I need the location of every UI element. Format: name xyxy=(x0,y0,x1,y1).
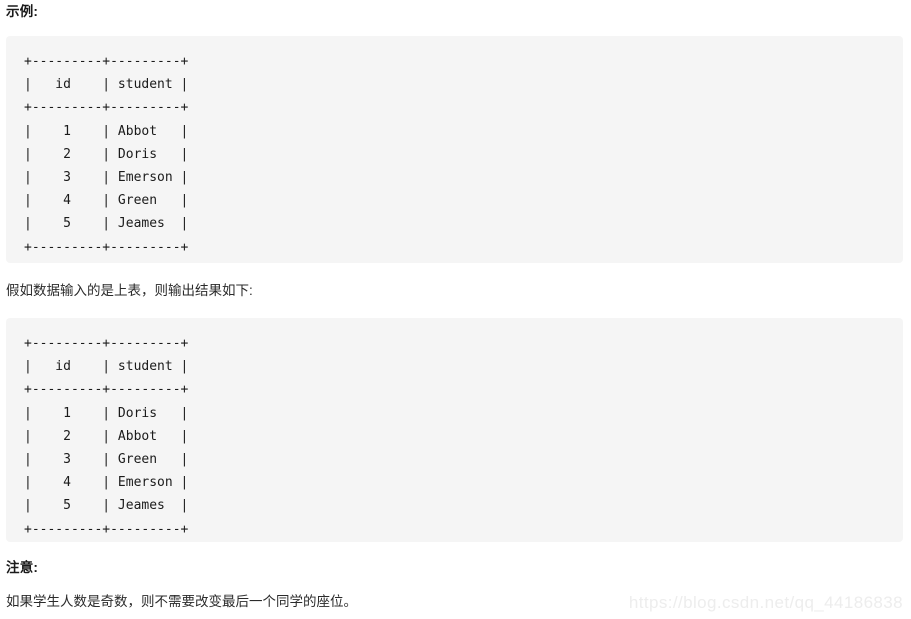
code-block-input-table: +---------+---------+ | id | student | +… xyxy=(6,36,903,263)
paragraph-transition: 假如数据输入的是上表，则输出结果如下: xyxy=(6,283,253,298)
code-block-output-table: +---------+---------+ | id | student | +… xyxy=(6,318,903,542)
watermark-url: https://blog.csdn.net/qq_44186838 xyxy=(628,593,903,612)
paragraph-note: 如果学生人数是奇数，则不需要改变最后一个同学的座位。 xyxy=(6,594,357,609)
section-heading-note: 注意: xyxy=(6,560,39,575)
code-content-output-table: +---------+---------+ | id | student | +… xyxy=(24,336,189,537)
page-title: 示例: xyxy=(6,4,39,19)
article-page: 示例: +---------+---------+ | id | student… xyxy=(0,0,911,619)
code-content-input-table: +---------+---------+ | id | student | +… xyxy=(24,54,189,255)
